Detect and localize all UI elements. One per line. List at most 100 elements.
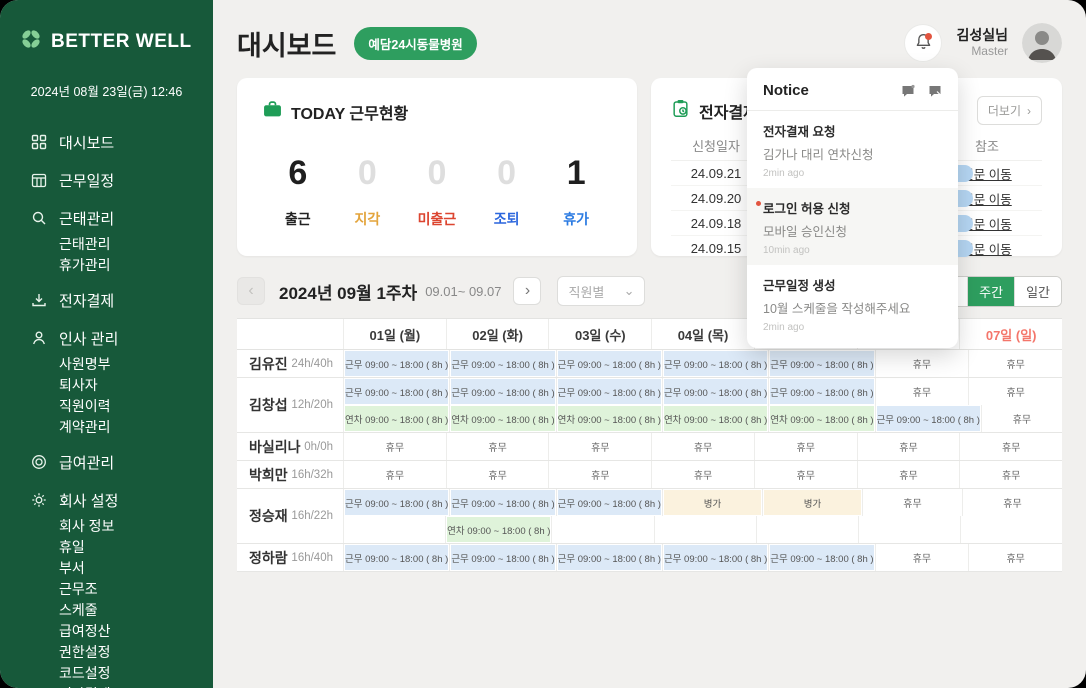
sidebar-item-payroll[interactable]: 급여관리 [30, 450, 213, 474]
sidebar-subitem-company-settings-8[interactable]: 전자결제 [59, 684, 213, 688]
schedule-cell-off[interactable]: 휴무 [969, 544, 1062, 571]
schedule-cell-annual[interactable]: 연차 09:00 ~ 18:00 ( 8h ) [769, 405, 875, 432]
schedule-cell-off[interactable]: 휴무 [982, 405, 1062, 432]
sidebar-subitem-company-settings-2[interactable]: 부서 [59, 558, 213, 579]
schedule-cell-annual[interactable]: 연차 09:00 ~ 18:00 ( 8h ) [663, 405, 769, 432]
notice-item[interactable]: 근무일정 생성 10월 스케줄을 작성해주세요 2min ago [747, 265, 958, 342]
schedule-cell-work[interactable]: 근무 09:00 ~ 18:00 ( 8h ) [344, 489, 450, 516]
schedule-cell-empty[interactable] [961, 516, 1062, 543]
schedule-cell-off[interactable]: 휴무 [960, 433, 1062, 460]
sidebar-subitem-company-settings-0[interactable]: 회사 정보 [59, 516, 213, 537]
today-card: TODAY 근무현황 6 출근 0 지각 0 미출근 0 조퇴 1 휴가 [237, 78, 637, 256]
notice-item-desc: 김가나 대리 연차신청 [763, 144, 942, 163]
sidebar-item-dashboard[interactable]: 대시보드 [30, 130, 213, 154]
schedule-cell-annual[interactable]: 연차 09:00 ~ 18:00 ( 8h ) [344, 405, 450, 432]
schedule-cell-off[interactable]: 휴무 [344, 433, 447, 460]
schedule-cell-work[interactable]: 근무 09:00 ~ 18:00 ( 8h ) [344, 350, 450, 377]
view-week-button[interactable]: 주간 [967, 277, 1014, 306]
more-button[interactable]: 더보기 › [977, 96, 1042, 125]
schedule-cell-work[interactable]: 근무 09:00 ~ 18:00 ( 8h ) [769, 544, 875, 571]
schedule-cell-empty[interactable] [859, 516, 961, 543]
schedule-cell-sick[interactable]: 병가 [663, 489, 763, 516]
schedule-cell-work[interactable]: 근무 09:00 ~ 18:00 ( 8h ) [344, 544, 450, 571]
schedule-cell-work[interactable]: 근무 09:00 ~ 18:00 ( 8h ) [663, 350, 769, 377]
next-week-button[interactable]: › [513, 277, 541, 305]
schedule-cell-work[interactable]: 근무 09:00 ~ 18:00 ( 8h ) [663, 378, 769, 405]
view-day-button[interactable]: 일간 [1014, 277, 1061, 306]
schedule-cell-off[interactable]: 휴무 [969, 378, 1062, 405]
sidebar-item-attendance[interactable]: 근태관리 [30, 206, 213, 230]
schedule-cell-off[interactable]: 휴무 [755, 461, 858, 488]
schedule-cell-off[interactable]: 휴무 [863, 489, 963, 516]
schedule-cell-off[interactable]: 휴무 [858, 433, 961, 460]
schedule-cell-work[interactable]: 근무 09:00 ~ 18:00 ( 8h ) [663, 544, 769, 571]
message-icon[interactable] [901, 84, 915, 98]
sidebar-subitem-attendance-0[interactable]: 근태관리 [59, 234, 213, 255]
schedule-cell-off[interactable]: 휴무 [858, 461, 961, 488]
schedule-cell-off[interactable]: 휴무 [652, 433, 755, 460]
sidebar-item-hr[interactable]: 인사 관리 [30, 326, 213, 350]
notification-button[interactable] [904, 24, 942, 62]
sidebar-item-work-schedule[interactable]: 근무일정 [30, 168, 213, 192]
schedule-cell-annual[interactable]: 연차 09:00 ~ 18:00 ( 8h ) [450, 405, 556, 432]
schedule-cell-empty[interactable] [344, 516, 446, 543]
schedule-cell-empty[interactable] [757, 516, 859, 543]
notice-item-title: 전자결재 요청 [763, 121, 942, 140]
schedule-cell-empty[interactable] [655, 516, 757, 543]
schedule-cell-empty[interactable] [552, 516, 654, 543]
schedule-cell-off[interactable]: 휴무 [344, 461, 447, 488]
schedule-cell-work[interactable]: 근무 09:00 ~ 18:00 ( 8h ) [769, 378, 875, 405]
sidebar-item-e-approval[interactable]: 전자결제 [30, 288, 213, 312]
schedule-cell-work[interactable]: 근무 09:00 ~ 18:00 ( 8h ) [450, 378, 556, 405]
sidebar-subitem-hr-1[interactable]: 퇴사자 [59, 375, 213, 396]
nav-group-payroll: 급여관리 [30, 450, 213, 474]
sidebar-subitem-hr-2[interactable]: 직원이력 [59, 396, 213, 417]
schedule-cell-off[interactable]: 휴무 [549, 433, 652, 460]
sidebar-subitem-hr-0[interactable]: 사원명부 [59, 354, 213, 375]
schedule-cell-work[interactable]: 근무 09:00 ~ 18:00 ( 8h ) [557, 489, 663, 516]
sidebar-subitem-company-settings-5[interactable]: 급여정산 [59, 621, 213, 642]
notice-header: Notice [747, 68, 958, 111]
chevron-right-icon: › [1027, 104, 1031, 118]
employee-filter-select[interactable]: 직원별 ⌄ [557, 276, 645, 306]
prev-week-button[interactable]: ‹ [237, 277, 265, 305]
schedule-cell-sick[interactable]: 병가 [763, 489, 863, 516]
notice-item[interactable]: 로그인 허용 신청 모바일 승인신청 10min ago [747, 188, 958, 265]
notice-item[interactable]: 전자결재 요청 김가나 대리 연차신청 2min ago [747, 111, 958, 188]
schedule-cell-work[interactable]: 근무 09:00 ~ 18:00 ( 8h ) [557, 378, 663, 405]
schedule-cell-work[interactable]: 근무 09:00 ~ 18:00 ( 8h ) [450, 350, 556, 377]
schedule-cell-work[interactable]: 근무 09:00 ~ 18:00 ( 8h ) [557, 350, 663, 377]
employee-cell: 김창섭 12h/20h [237, 378, 344, 432]
schedule-cell-off[interactable]: 휴무 [963, 489, 1062, 516]
schedule-cell-work[interactable]: 근무 09:00 ~ 18:00 ( 8h ) [876, 405, 982, 432]
schedule-cell-off[interactable]: 휴무 [755, 433, 858, 460]
sidebar-subitem-hr-3[interactable]: 계약관리 [59, 417, 213, 438]
schedule-cell-off[interactable]: 휴무 [876, 544, 970, 571]
schedule-cell-work[interactable]: 근무 09:00 ~ 18:00 ( 8h ) [450, 544, 556, 571]
schedule-cell-off[interactable]: 휴무 [876, 378, 970, 405]
schedule-cell-work[interactable]: 근무 09:00 ~ 18:00 ( 8h ) [769, 350, 875, 377]
sidebar-subitem-company-settings-6[interactable]: 권한설정 [59, 642, 213, 663]
schedule-cell-work[interactable]: 근무 09:00 ~ 18:00 ( 8h ) [344, 378, 450, 405]
schedule-cell-off[interactable]: 휴무 [549, 461, 652, 488]
avatar[interactable] [1022, 23, 1062, 63]
clipboard-clock-icon [671, 99, 690, 123]
schedule-cell-off[interactable]: 휴무 [447, 433, 550, 460]
schedule-cell-off[interactable]: 휴무 [652, 461, 755, 488]
schedule-cell-off[interactable]: 휴무 [876, 350, 970, 377]
schedule-cell-off[interactable]: 휴무 [960, 461, 1062, 488]
schedule-cell-annual[interactable]: 연차 09:00 ~ 18:00 ( 8h ) [446, 516, 552, 543]
sidebar-subitem-attendance-1[interactable]: 휴가관리 [59, 255, 213, 276]
message-settings-icon[interactable] [928, 84, 942, 98]
sidebar-subitem-company-settings-4[interactable]: 스케줄 [59, 600, 213, 621]
sidebar-subitem-company-settings-3[interactable]: 근무조 [59, 579, 213, 600]
schedule-table: 01일 (월)02일 (화)03일 (수)04일 (목)05일 (금)06일 (… [237, 318, 1062, 572]
schedule-cell-work[interactable]: 근무 09:00 ~ 18:00 ( 8h ) [450, 489, 556, 516]
schedule-cell-off[interactable]: 휴무 [447, 461, 550, 488]
schedule-cell-off[interactable]: 휴무 [969, 350, 1062, 377]
sidebar-subitem-company-settings-7[interactable]: 코드설정 [59, 663, 213, 684]
sidebar-subitem-company-settings-1[interactable]: 휴일 [59, 537, 213, 558]
schedule-cell-annual[interactable]: 연차 09:00 ~ 18:00 ( 8h ) [557, 405, 663, 432]
sidebar-item-company-settings[interactable]: 회사 설정 [30, 488, 213, 512]
schedule-cell-work[interactable]: 근무 09:00 ~ 18:00 ( 8h ) [557, 544, 663, 571]
